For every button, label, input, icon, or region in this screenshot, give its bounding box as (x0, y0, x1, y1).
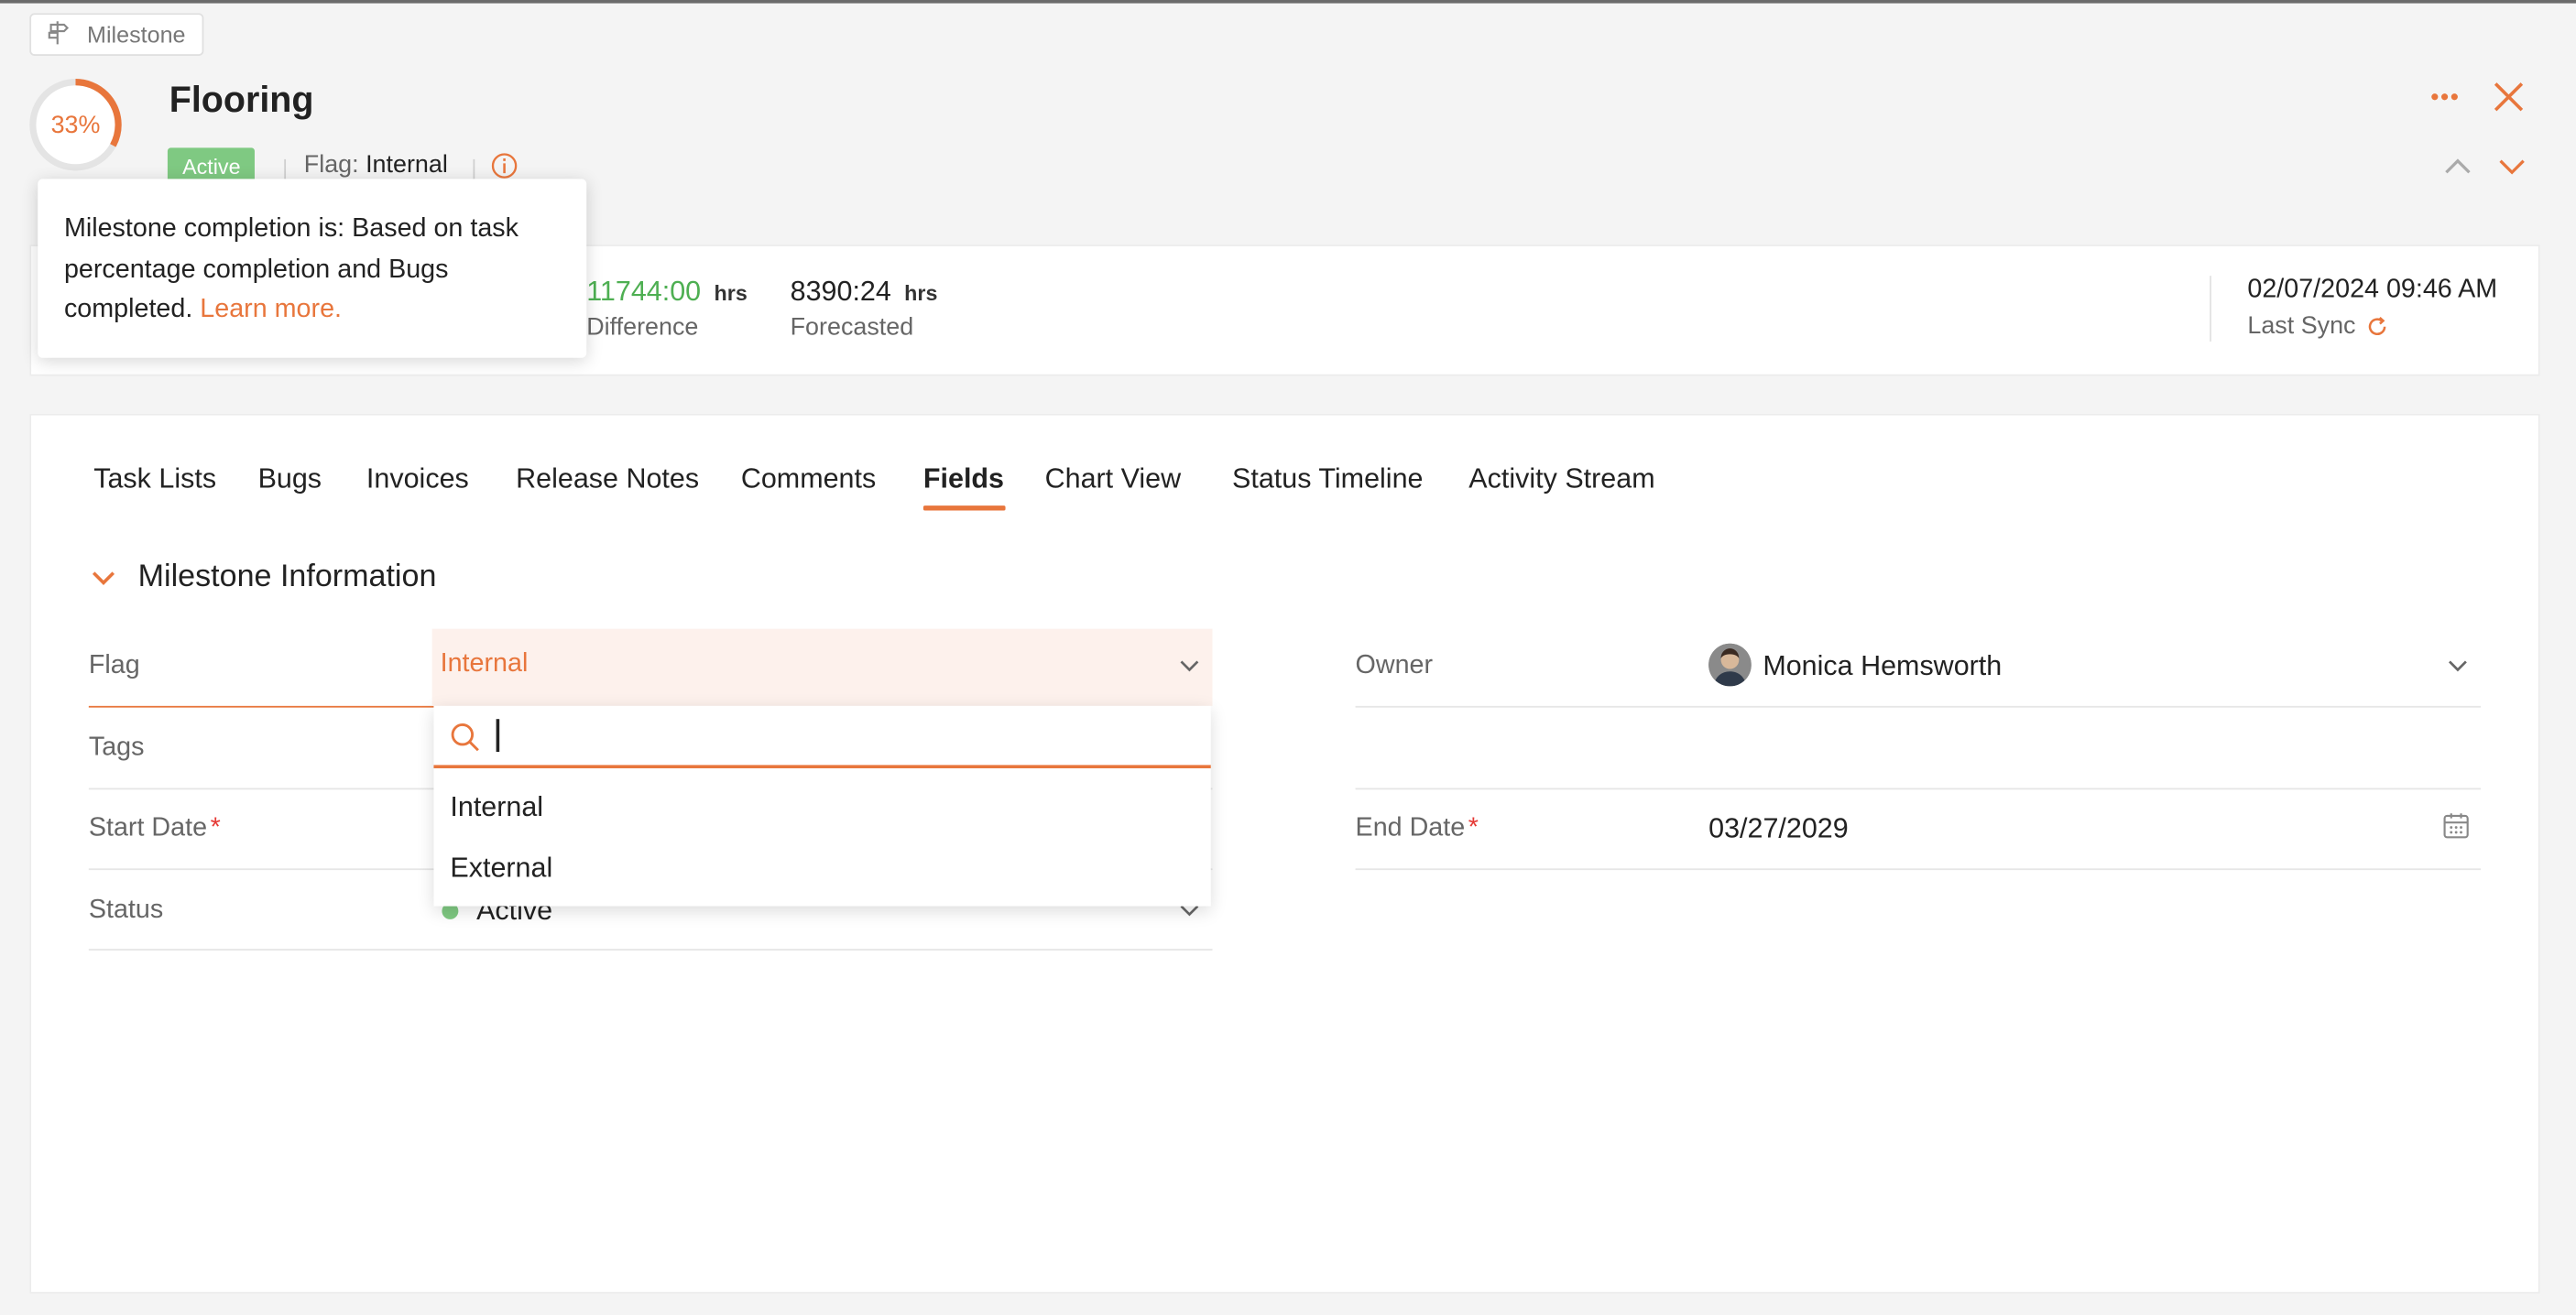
last-sync-date: 02/07/2024 09:46 AM (2247, 276, 2498, 304)
more-options-icon[interactable] (2425, 82, 2464, 112)
section-title: Milestone Information (137, 560, 437, 594)
divider (284, 158, 287, 179)
chevron-down-icon[interactable] (2443, 653, 2472, 679)
owner-label: Owner (1355, 651, 1434, 680)
required-mark: * (1468, 814, 1479, 842)
owner-value[interactable]: Monica Hemsworth (1763, 650, 2002, 683)
flag-field-underline (88, 705, 434, 708)
completion-tooltip: Milestone completion is: Based on task p… (38, 179, 587, 358)
forecast-unit: hrs (904, 280, 938, 306)
progress-percent: 33% (50, 111, 101, 139)
page-title: Flooring (169, 79, 314, 120)
end-date-label: End Date * (1356, 814, 1479, 843)
search-underline (433, 765, 1211, 768)
tab-task-lists[interactable]: Task Lists (93, 463, 216, 496)
field-separator (1355, 705, 2482, 708)
tab-bugs[interactable]: Bugs (258, 463, 322, 496)
avatar (1708, 643, 1752, 687)
last-sync[interactable]: Last Sync (2247, 312, 2388, 340)
tags-label: Tags (88, 734, 145, 762)
start-date-label: Start Date * (89, 814, 221, 843)
field-separator (1355, 788, 2482, 790)
dropdown-search-input[interactable] (489, 713, 1203, 764)
milestone-detail-page: Milestone 33% Flooring Active Flag: Inte… (0, 0, 2576, 1315)
flag-meta-label: Flag: (303, 150, 359, 179)
text-cursor (496, 719, 499, 753)
tab-status-timeline[interactable]: Status Timeline (1232, 463, 1423, 496)
entity-type-label: Milestone (87, 21, 186, 48)
field-separator (1355, 868, 2482, 871)
learn-more-link[interactable]: Learn more. (200, 296, 342, 323)
chevron-up-icon[interactable] (2441, 151, 2474, 180)
tab-comments[interactable]: Comments (741, 463, 876, 496)
tab-release-notes[interactable]: Release Notes (516, 463, 699, 496)
flag-meta: Flag: Internal (304, 151, 448, 179)
chevron-down-icon[interactable] (1174, 653, 1204, 679)
flag-select[interactable] (431, 628, 1213, 706)
collapse-chevron-icon[interactable] (89, 565, 118, 592)
dropdown-option-external[interactable]: External (450, 852, 552, 885)
main-panel (29, 413, 2540, 1294)
calendar-icon[interactable] (2441, 811, 2471, 841)
end-date-label-text: End Date (1355, 814, 1466, 842)
tab-activity-stream[interactable]: Activity Stream (1468, 463, 1654, 496)
top-border (0, 0, 2576, 4)
divider (473, 158, 475, 179)
forecast-metric: 8390:24 hrs (791, 276, 938, 309)
flag-select-value: Internal (440, 649, 529, 679)
flag-meta-value: Internal (366, 150, 448, 179)
tab-fields[interactable]: Fields (923, 463, 1004, 496)
difference-unit: hrs (714, 280, 748, 306)
end-date-value[interactable]: 03/27/2029 (1708, 812, 1849, 845)
flag-label: Flag (88, 651, 140, 680)
info-icon[interactable] (491, 153, 518, 179)
divider (2210, 276, 2211, 342)
signpost-icon (44, 19, 73, 50)
difference-metric: 11744:00 hrs (586, 276, 748, 309)
tab-invoices[interactable]: Invoices (366, 463, 469, 496)
active-tab-indicator (922, 505, 1006, 511)
forecast-value: 8390:24 (790, 276, 891, 308)
last-sync-label: Last Sync (2247, 311, 2356, 341)
search-icon (451, 723, 479, 752)
difference-label: Difference (586, 313, 699, 342)
status-label: Status (88, 896, 164, 925)
tab-chart-view[interactable]: Chart View (1045, 463, 1182, 496)
field-separator (88, 949, 1213, 951)
close-icon[interactable] (2491, 79, 2527, 114)
entity-type-chip[interactable]: Milestone (29, 13, 204, 56)
refresh-icon[interactable] (2365, 314, 2388, 337)
required-mark: * (210, 814, 221, 842)
chevron-down-icon[interactable] (2495, 151, 2528, 180)
dropdown-option-internal[interactable]: Internal (450, 791, 543, 824)
start-date-label-text: Start Date (88, 814, 208, 842)
forecast-label: Forecasted (790, 313, 914, 342)
difference-value: 11744:00 (586, 276, 702, 308)
